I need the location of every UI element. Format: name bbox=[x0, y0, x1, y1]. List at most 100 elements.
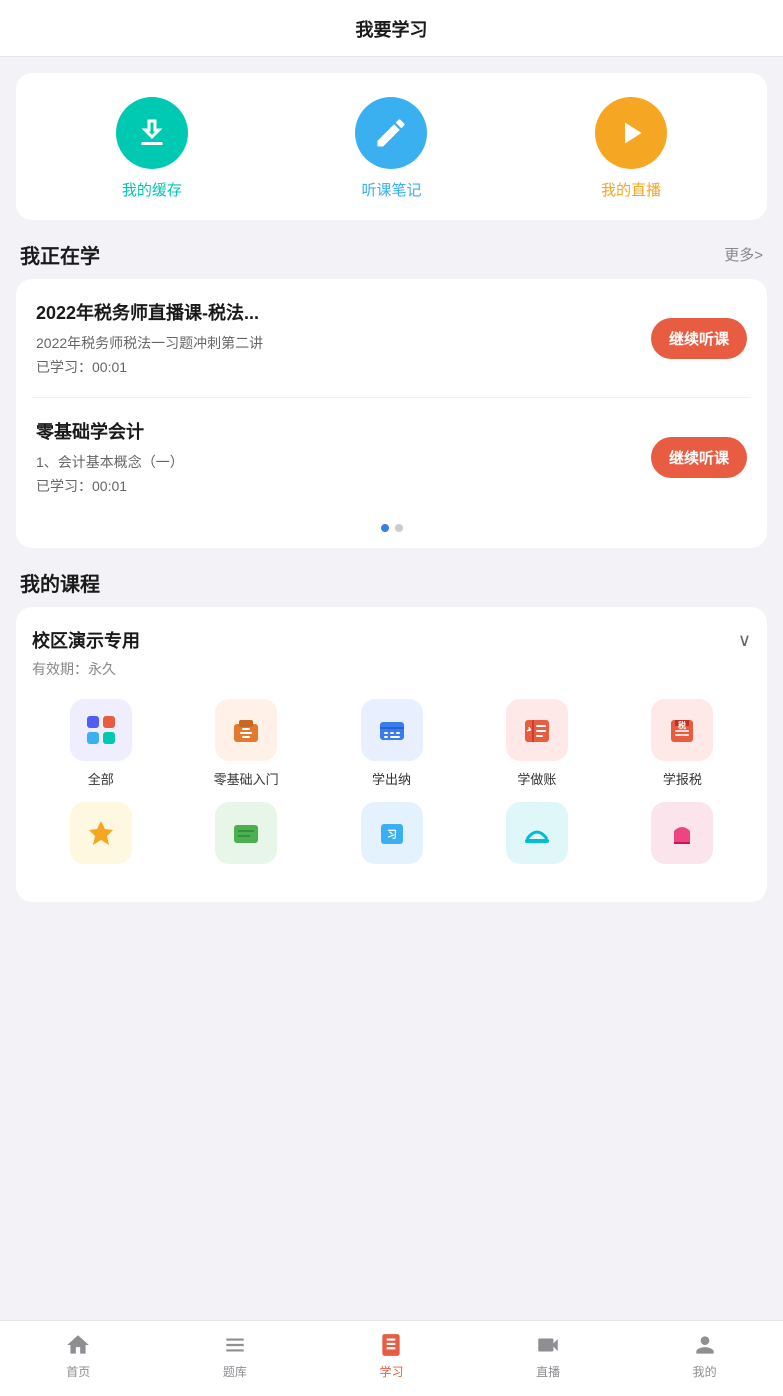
nav-study[interactable]: 学习 bbox=[351, 1331, 431, 1380]
dot-2[interactable] bbox=[395, 524, 403, 532]
learning-progress-1: 已学习：00:01 bbox=[36, 357, 635, 377]
nav-mine[interactable]: 我的 bbox=[665, 1331, 745, 1380]
home-nav-icon bbox=[64, 1331, 92, 1359]
course-icon-r2-1[interactable] bbox=[32, 802, 169, 882]
questions-nav-label: 题库 bbox=[223, 1363, 247, 1380]
r2-icon-5 bbox=[651, 802, 713, 864]
dot-1[interactable] bbox=[381, 524, 389, 532]
svg-text:税: 税 bbox=[678, 720, 686, 730]
learning-title-1: 2022年税务师直播课-税法... bbox=[36, 299, 635, 325]
r2-icon-4 bbox=[506, 802, 568, 864]
notes-icon-circle bbox=[355, 97, 427, 169]
course-bookkeep-label: 学做账 bbox=[517, 769, 556, 788]
mine-nav-label: 我的 bbox=[693, 1363, 717, 1380]
nav-live[interactable]: 直播 bbox=[508, 1331, 588, 1380]
course-tax-label: 学报税 bbox=[663, 769, 702, 788]
course-cashier-label: 学出纳 bbox=[372, 769, 411, 788]
home-icon bbox=[65, 1332, 91, 1358]
tax-icon: 税 bbox=[664, 712, 700, 748]
learning-subtitle-2: 1、会计基本概念（一） bbox=[36, 452, 635, 472]
svg-text:习: 习 bbox=[387, 829, 397, 841]
study-nav-icon bbox=[377, 1331, 405, 1359]
cache-label: 我的缓存 bbox=[122, 179, 182, 200]
course-icon-tax[interactable]: 税 学报税 bbox=[614, 699, 751, 788]
carousel-dots bbox=[16, 516, 767, 548]
questions-icon bbox=[222, 1332, 248, 1358]
quick-actions-card: 我的缓存 听课笔记 我的直播 bbox=[16, 73, 767, 220]
study-nav-label: 学习 bbox=[379, 1363, 403, 1380]
live-nav-label: 直播 bbox=[536, 1363, 560, 1380]
beginner-icon-box bbox=[215, 699, 277, 761]
learning-info-1: 2022年税务师直播课-税法... 2022年税务师税法一习题冲刺第二讲 已学习… bbox=[36, 299, 635, 377]
nav-questions[interactable]: 题库 bbox=[195, 1331, 275, 1380]
my-courses-title: 我的课程 bbox=[20, 568, 100, 597]
live-label: 我的直播 bbox=[601, 179, 661, 200]
bookkeep-icon bbox=[519, 712, 555, 748]
chevron-down-icon[interactable]: ∨ bbox=[738, 630, 751, 651]
live-nav-icon bbox=[534, 1331, 562, 1359]
cache-icon-circle bbox=[116, 97, 188, 169]
learning-card-1: 2022年税务师直播课-税法... 2022年税务师税法一习题冲刺第二讲 已学习… bbox=[16, 279, 767, 397]
page-title: 我要学习 bbox=[356, 20, 428, 40]
bookkeep-icon-box bbox=[506, 699, 568, 761]
course-icon-r2-4[interactable] bbox=[468, 802, 605, 882]
r2-icon-svg-1 bbox=[83, 815, 119, 851]
r2-icon-svg-4 bbox=[519, 815, 555, 851]
learning-title-2: 零基础学会计 bbox=[36, 418, 635, 444]
learning-subtitle-1: 2022年税务师税法一习题冲刺第二讲 bbox=[36, 333, 635, 353]
course-icon-bookkeep[interactable]: 学做账 bbox=[468, 699, 605, 788]
r2-icon-svg-5 bbox=[664, 815, 700, 851]
download-icon bbox=[134, 115, 170, 151]
study-icon bbox=[378, 1332, 404, 1358]
continue-btn-2[interactable]: 继续听课 bbox=[651, 437, 747, 478]
learning-card-2: 零基础学会计 1、会计基本概念（一） 已学习：00:01 继续听课 bbox=[16, 398, 767, 516]
course-icon-beginner[interactable]: 零基础入门 bbox=[177, 699, 314, 788]
course-validity: 有效期：永久 bbox=[32, 659, 751, 679]
live-icon-circle bbox=[595, 97, 667, 169]
quick-action-cache[interactable]: 我的缓存 bbox=[116, 97, 188, 200]
note-icon bbox=[373, 115, 409, 151]
page-header: 我要学习 bbox=[0, 0, 783, 57]
quick-actions-row: 我的缓存 听课笔记 我的直播 bbox=[32, 97, 751, 200]
course-icon-r2-2[interactable] bbox=[177, 802, 314, 882]
course-icon-r2-5[interactable] bbox=[614, 802, 751, 882]
notes-label: 听课笔记 bbox=[361, 179, 421, 200]
r2-icon-2 bbox=[215, 802, 277, 864]
live-icon bbox=[535, 1332, 561, 1358]
courses-card: 校区演示专用 ∨ 有效期：永久 全部 bbox=[16, 607, 767, 902]
course-icons-row2: 习 bbox=[32, 802, 751, 882]
nav-home[interactable]: 首页 bbox=[38, 1331, 118, 1380]
r2-icon-svg-2 bbox=[228, 815, 264, 851]
course-group-header: 校区演示专用 ∨ bbox=[32, 627, 751, 653]
currently-learning-title: 我正在学 bbox=[20, 240, 100, 269]
course-icon-all[interactable]: 全部 bbox=[32, 699, 169, 788]
learning-info-2: 零基础学会计 1、会计基本概念（一） 已学习：00:01 bbox=[36, 418, 635, 496]
learning-carousel: 2022年税务师直播课-税法... 2022年税务师税法一习题冲刺第二讲 已学习… bbox=[16, 279, 767, 548]
course-icon-r2-3[interactable]: 习 bbox=[323, 802, 460, 882]
quick-action-live[interactable]: 我的直播 bbox=[595, 97, 667, 200]
more-link[interactable]: 更多> bbox=[724, 244, 763, 265]
r2-icon-1 bbox=[70, 802, 132, 864]
course-beginner-label: 零基础入门 bbox=[214, 769, 279, 788]
my-courses-section-header: 我的课程 bbox=[0, 548, 783, 607]
course-icon-cashier[interactable]: 学出纳 bbox=[323, 699, 460, 788]
tax-icon-box: 税 bbox=[651, 699, 713, 761]
cashier-icon-box bbox=[361, 699, 423, 761]
r2-icon-svg-3: 习 bbox=[374, 815, 410, 851]
questions-nav-icon bbox=[221, 1331, 249, 1359]
continue-btn-1[interactable]: 继续听课 bbox=[651, 318, 747, 359]
bottom-nav: 首页 题库 学习 直播 我的 bbox=[0, 1320, 783, 1396]
beginner-icon bbox=[228, 712, 264, 748]
mine-nav-icon bbox=[691, 1331, 719, 1359]
course-all-label: 全部 bbox=[88, 769, 114, 788]
course-group-title: 校区演示专用 bbox=[32, 627, 140, 653]
play-icon bbox=[613, 115, 649, 151]
learning-progress-2: 已学习：00:01 bbox=[36, 476, 635, 496]
home-nav-label: 首页 bbox=[66, 1363, 90, 1380]
quick-action-notes[interactable]: 听课笔记 bbox=[355, 97, 427, 200]
currently-learning-section-header: 我正在学 更多> bbox=[0, 220, 783, 279]
r2-icon-3: 习 bbox=[361, 802, 423, 864]
mine-icon bbox=[692, 1332, 718, 1358]
cashier-icon bbox=[374, 712, 410, 748]
course-icons-row1: 全部 零基础入门 bbox=[32, 699, 751, 788]
